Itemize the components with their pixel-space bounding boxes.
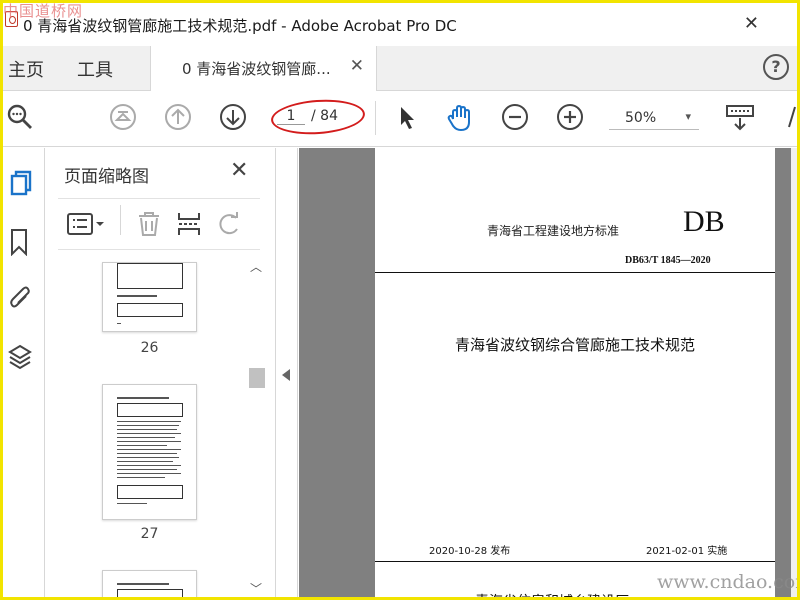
tab-tools[interactable]: 工具 [77, 56, 113, 82]
tab-document-label: 0 青海省波纹钢管廊... [182, 60, 331, 78]
page-thumbnail-28[interactable] [102, 570, 197, 597]
watermark-bottom: www.cndao.com [657, 571, 800, 593]
thumbnails-panel: 页面缩略图 ✕ 26 27 ︿ ﹀ [46, 148, 276, 597]
more-tools-icon[interactable] [785, 103, 797, 131]
zoom-out-icon[interactable] [501, 103, 529, 131]
previous-page-icon[interactable] [164, 103, 192, 131]
thumbnail-line [117, 465, 181, 466]
thumbnail-line [117, 469, 177, 470]
panel-title: 页面缩略图 [64, 167, 149, 187]
search-icon[interactable] [6, 103, 34, 131]
chevron-down-icon: ▾ [685, 110, 691, 123]
first-page-icon[interactable] [109, 103, 137, 131]
thumbnail-line [117, 433, 181, 434]
thumbnail-line [117, 445, 167, 446]
document-view[interactable]: 青海省工程建设地方标准 DB DB63/T 1845—2020 青海省波纹钢综合… [299, 148, 797, 597]
thumbnail-line [117, 295, 157, 297]
tab-bar: 主页 工具 0 青海省波纹钢管廊... ✕ ? [3, 46, 797, 91]
thumbnail-line [117, 503, 147, 504]
thumbnail-line [117, 441, 181, 442]
panel-close-button[interactable]: ✕ [230, 158, 248, 183]
title-bar: 中国道桥网 0 青海省波纹钢管廊施工技术规范.pdf - Adobe Acrob… [3, 3, 797, 46]
thumbnail-line [117, 397, 169, 399]
layers-icon[interactable] [8, 342, 32, 370]
document-scrollbar[interactable] [791, 148, 797, 597]
thumbnail-line [117, 421, 181, 422]
thumbnail-line [117, 583, 169, 585]
toolbar-divider [375, 101, 376, 135]
collapse-arrow-icon[interactable] [282, 369, 290, 381]
thumbnail-page-number: 26 [140, 340, 159, 356]
help-icon[interactable]: ? [763, 54, 789, 80]
select-arrow-icon[interactable] [393, 103, 421, 131]
scroll-up-icon[interactable]: ︿ [250, 258, 262, 275]
thumbnail-line [117, 429, 177, 430]
app-window: 中国道桥网 0 青海省波纹钢管廊施工技术规范.pdf - Adobe Acrob… [0, 0, 800, 600]
delete-icon[interactable] [136, 211, 162, 237]
pdf-page: 青海省工程建设地方标准 DB DB63/T 1845—2020 青海省波纹钢综合… [375, 148, 775, 597]
rotate-icon[interactable] [216, 211, 242, 237]
document-title: 青海省波纹钢综合管廊施工技术规范 [454, 336, 695, 354]
panel-collapse-handle[interactable] [276, 148, 298, 597]
issue-date: 2020-10-28 发布 [429, 546, 511, 557]
panel-divider [120, 205, 121, 235]
zoom-in-icon[interactable] [556, 103, 584, 131]
zoom-value: 50% [625, 110, 657, 126]
thumbnail-list: 26 27 [46, 252, 254, 597]
tab-home[interactable]: 主页 [8, 56, 44, 82]
thumbnail-table [117, 263, 183, 289]
attachment-icon[interactable] [8, 284, 30, 310]
thumbnail-table [117, 589, 183, 597]
standard-code: DB63/T 1845—2020 [625, 255, 711, 266]
panel-toolbar [58, 198, 260, 250]
insert-icon[interactable] [176, 211, 202, 237]
thumbnail-line [117, 323, 121, 324]
page-thumbnail-27[interactable] [102, 384, 197, 520]
footer-rule [375, 561, 775, 562]
tab-close-button[interactable]: ✕ [350, 56, 364, 76]
thumbnail-line [117, 473, 181, 474]
page-thumbnail-26[interactable] [102, 262, 197, 332]
thumbnail-table [117, 403, 183, 417]
thumbnail-line [117, 449, 181, 450]
tab-document[interactable]: 0 青海省波纹钢管廊... ✕ [150, 46, 377, 91]
scroll-down-icon[interactable]: ﹀ [250, 580, 262, 597]
thumbnail-line [117, 457, 179, 458]
effective-date: 2021-02-01 实施 [646, 546, 728, 557]
toolbar: 1 / 84 50% ▾ [3, 91, 797, 147]
thumbnail-line [117, 461, 173, 462]
header-rule [375, 272, 775, 273]
thumbnails-icon[interactable] [8, 170, 32, 196]
hand-icon[interactable] [446, 103, 474, 132]
window-close-button[interactable]: ✕ [744, 13, 759, 34]
scroll-thumb[interactable] [249, 368, 265, 388]
bookmark-icon[interactable] [8, 228, 30, 257]
navigation-rail [3, 148, 45, 597]
keyboard-icon[interactable] [725, 103, 754, 131]
thumbnails-scrollbar[interactable]: ︿ ﹀ [248, 258, 265, 597]
standard-db: DB [683, 205, 725, 238]
thumbnail-line [117, 477, 165, 478]
publisher: 青海省住房和城乡建设厅 [475, 591, 629, 597]
thumbnail-line [117, 453, 177, 454]
window-title: 0 青海省波纹钢管廊施工技术规范.pdf - Adobe Acrobat Pro… [23, 17, 457, 35]
options-icon[interactable] [66, 211, 108, 237]
thumbnail-table [117, 485, 183, 499]
thumbnail-table [117, 303, 183, 317]
thumbnail-line [117, 425, 179, 426]
thumbnail-page-number: 27 [140, 526, 159, 542]
next-page-icon[interactable] [219, 103, 247, 131]
zoom-select[interactable]: 50% ▾ [609, 108, 699, 130]
thumbnail-line [117, 437, 175, 438]
standard-label: 青海省工程建设地方标准 [487, 224, 620, 238]
